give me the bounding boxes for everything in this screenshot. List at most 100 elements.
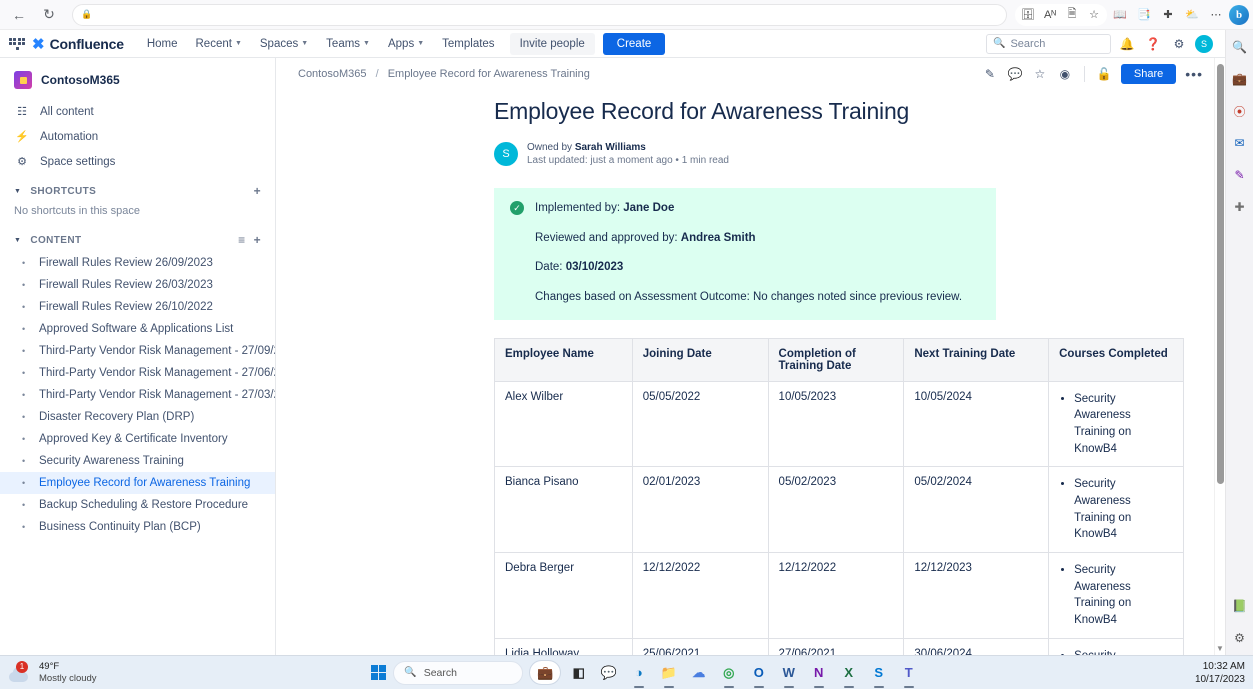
- taskbar-excel-icon[interactable]: X: [837, 661, 860, 684]
- scroll-down-arrow-icon[interactable]: ▼: [1216, 644, 1224, 653]
- sidebar-item-automation[interactable]: ⚡ Automation: [0, 124, 275, 149]
- watch-eye-icon[interactable]: ◉: [1055, 64, 1075, 84]
- bing-copilot-icon[interactable]: b: [1229, 5, 1249, 25]
- sidebar-page-item[interactable]: •Approved Key & Certificate Inventory: [0, 428, 275, 450]
- add-page-icon[interactable]: +: [254, 233, 261, 247]
- sidebar-page-item[interactable]: •Business Continuity Plan (BCP): [0, 516, 275, 538]
- sidebar-item-all-content[interactable]: ☷ All content: [0, 99, 275, 124]
- scrollbar-thumb[interactable]: [1217, 64, 1224, 484]
- filter-icon[interactable]: ≡: [238, 233, 245, 247]
- sidebar-page-item[interactable]: •Security Awareness Training: [0, 450, 275, 472]
- sidebar-page-item[interactable]: •Disaster Recovery Plan (DRP): [0, 406, 275, 428]
- courses-list: Security Awareness Training on KnowB4: [1059, 648, 1173, 655]
- create-button[interactable]: Create: [603, 33, 666, 55]
- immersive-reader-icon[interactable]: 🗎: [1061, 4, 1083, 26]
- sidebar-page-item[interactable]: •Employee Record for Awareness Training: [0, 472, 275, 494]
- more-actions-icon[interactable]: •••: [1181, 66, 1207, 82]
- split-screen-icon[interactable]: 📗: [1229, 595, 1251, 617]
- cell-joining-date: 02/01/2023: [632, 467, 768, 553]
- office-icon[interactable]: ⦿: [1229, 100, 1251, 122]
- share-button[interactable]: Share: [1121, 64, 1176, 84]
- taskbar-task-view-icon[interactable]: ◧: [567, 661, 590, 684]
- taskbar-file-explorer-icon[interactable]: 📁: [657, 661, 680, 684]
- shopping-bag-icon[interactable]: 🗄: [1017, 4, 1039, 26]
- star-icon[interactable]: ☆: [1030, 64, 1050, 84]
- browser-essentials-icon[interactable]: ⛅: [1181, 4, 1203, 26]
- outlook-icon[interactable]: ✉: [1229, 132, 1251, 154]
- add-icon[interactable]: ✚: [1229, 196, 1251, 218]
- taskbar-onedrive-icon[interactable]: ☁: [687, 661, 710, 684]
- cell-joining-date: 12/12/2022: [632, 553, 768, 639]
- taskbar-clock[interactable]: 10:32 AM 10/17/2023: [1195, 660, 1245, 686]
- taskbar-chat-app-icon[interactable]: 💬: [597, 661, 620, 684]
- nav-item-apps[interactable]: Apps ▼: [379, 33, 433, 55]
- back-arrow-icon[interactable]: ←: [6, 2, 32, 28]
- content-scrollbar[interactable]: ▼: [1214, 58, 1225, 655]
- column-header-courses-completed: Courses Completed: [1049, 338, 1184, 381]
- start-button-icon[interactable]: [371, 665, 386, 680]
- sidebar-page-item[interactable]: •Firewall Rules Review 26/09/2023: [0, 252, 275, 274]
- sidebar-page-label: Third-Party Vendor Risk Management - 27/…: [39, 367, 276, 379]
- content-section-header[interactable]: ▼ CONTENT ≡ +: [0, 223, 275, 252]
- weather-widget[interactable]: 1 49°F Mostly cloudy: [0, 661, 97, 685]
- settings-gear-icon[interactable]: ⚙: [1169, 34, 1189, 54]
- taskbar-word-icon[interactable]: W: [777, 661, 800, 684]
- owner-name[interactable]: Sarah Williams: [575, 142, 646, 153]
- help-icon[interactable]: ❓: [1143, 34, 1163, 54]
- table-row: Bianca Pisano02/01/202305/02/202305/02/2…: [495, 467, 1184, 553]
- implemented-by-line: Implemented by: Jane Doe: [535, 200, 962, 217]
- briefcase-icon[interactable]: 💼: [1229, 68, 1251, 90]
- add-shortcut-icon[interactable]: +: [254, 184, 261, 198]
- sidebar-page-item[interactable]: •Firewall Rules Review 26/10/2022: [0, 296, 275, 318]
- taskbar-chrome-browser-icon[interactable]: ◎: [717, 661, 740, 684]
- refresh-icon[interactable]: ↻: [36, 2, 62, 28]
- taskbar-outlook-icon[interactable]: O: [747, 661, 770, 684]
- breadcrumb-space[interactable]: ContosoM365: [298, 68, 367, 80]
- page-byline: S Owned by Sarah Williams Last updated: …: [494, 142, 1155, 166]
- taskbar-onenote-icon[interactable]: N: [807, 661, 830, 684]
- settings-gear-icon[interactable]: ⚙: [1229, 627, 1251, 649]
- space-header[interactable]: ContosoM365: [0, 58, 275, 99]
- nav-item-recent[interactable]: Recent ▼: [187, 33, 251, 55]
- sidebar-page-item[interactable]: •Backup Scheduling & Restore Procedure: [0, 494, 275, 516]
- read-aloud-icon[interactable]: Aᴺ: [1039, 4, 1061, 26]
- restrictions-lock-icon[interactable]: 🔓: [1094, 64, 1114, 84]
- address-bar[interactable]: 🔒: [72, 4, 1007, 26]
- avatar[interactable]: S: [1195, 35, 1213, 53]
- sidebar-page-item[interactable]: •Third-Party Vendor Risk Management - 27…: [0, 362, 275, 384]
- search-icon[interactable]: 🔍: [1229, 36, 1251, 58]
- taskbar-teams-icon[interactable]: T: [897, 661, 920, 684]
- taskbar-edge-browser-icon[interactable]: ◑: [627, 661, 650, 684]
- nav-item-home[interactable]: Home: [138, 33, 187, 55]
- nav-label: Apps: [388, 38, 414, 50]
- nav-item-spaces[interactable]: Spaces ▼: [251, 33, 317, 55]
- nav-item-teams[interactable]: Teams ▼: [317, 33, 379, 55]
- comment-icon[interactable]: 💬: [1005, 64, 1025, 84]
- browser-more-icon[interactable]: ⋯: [1205, 4, 1227, 26]
- favorite-star-icon[interactable]: ☆: [1083, 4, 1105, 26]
- taskbar-skype-icon[interactable]: S: [867, 661, 890, 684]
- sidebar-page-item[interactable]: •Approved Software & Applications List: [0, 318, 275, 340]
- sidebar-page-item[interactable]: •Third-Party Vendor Risk Management - 27…: [0, 384, 275, 406]
- nav-item-templates[interactable]: Templates: [433, 33, 503, 55]
- taskbar-search-input[interactable]: 🔍 Search: [393, 661, 523, 685]
- app-switcher-icon[interactable]: [8, 35, 26, 53]
- edit-pencil-icon[interactable]: ✎: [980, 64, 1000, 84]
- taskbar-briefcase-app-icon[interactable]: 💼: [530, 661, 560, 684]
- breadcrumb-page[interactable]: Employee Record for Awareness Training: [388, 68, 590, 80]
- sidebar-page-item[interactable]: •Third-Party Vendor Risk Management - 27…: [0, 340, 275, 362]
- notification-bell-icon[interactable]: 🔔: [1117, 34, 1137, 54]
- sidebar-page-label: Backup Scheduling & Restore Procedure: [39, 499, 248, 511]
- sidebar-page-item[interactable]: •Firewall Rules Review 26/03/2023: [0, 274, 275, 296]
- avatar[interactable]: S: [494, 142, 518, 166]
- courses-list: Security Awareness Training on KnowB4: [1059, 562, 1173, 629]
- confluence-logo[interactable]: ✖ Confluence: [32, 35, 124, 53]
- split-screen-icon[interactable]: 📖: [1109, 4, 1131, 26]
- search-input[interactable]: 🔍 Search: [986, 34, 1111, 54]
- onenote-icon[interactable]: ✎: [1229, 164, 1251, 186]
- invite-people-button[interactable]: Invite people: [510, 33, 595, 55]
- sidebar-item-space-settings[interactable]: ⚙ Space settings: [0, 149, 275, 174]
- shortcuts-section-header[interactable]: ▼ SHORTCUTS +: [0, 174, 275, 203]
- collections-icon[interactable]: 📑: [1133, 4, 1155, 26]
- add-tab-icon[interactable]: ✚: [1157, 4, 1179, 26]
